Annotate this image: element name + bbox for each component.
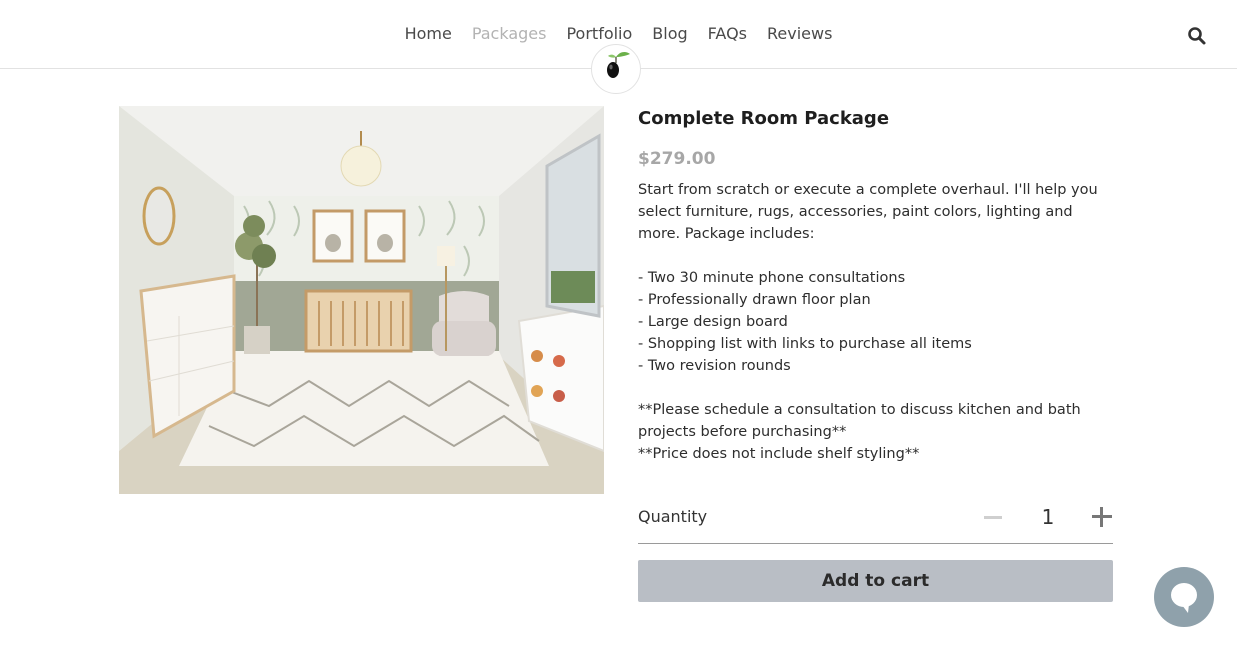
product-description: Start from scratch or execute a complete… (638, 179, 1113, 465)
nav-faqs[interactable]: FAQs (708, 24, 747, 44)
olive-logo-icon[interactable] (591, 44, 641, 94)
product-details: Complete Room Package $279.00 Start from… (638, 106, 1113, 465)
quantity-label: Quantity (638, 507, 708, 526)
description-item: - Two 30 minute phone consultations (638, 270, 906, 286)
description-spacer (638, 245, 1113, 267)
product-price: $279.00 (638, 149, 716, 169)
description-note: **Please schedule a consultation to disc… (638, 402, 1081, 440)
nav-home[interactable]: Home (405, 24, 452, 44)
product-image (119, 106, 604, 494)
nav-blog[interactable]: Blog (652, 24, 687, 44)
decrease-quantity-button[interactable] (982, 506, 1004, 528)
nav-reviews[interactable]: Reviews (767, 24, 832, 44)
quantity-stepper: Quantity 1 (638, 496, 1113, 544)
add-to-cart-button[interactable]: Add to cart (638, 560, 1113, 602)
chat-bubble-icon[interactable] (1154, 567, 1214, 627)
main-nav: Home Packages Portfolio Blog FAQs Review… (0, 24, 1237, 44)
nav-portfolio[interactable]: Portfolio (566, 24, 632, 44)
product-title: Complete Room Package (638, 108, 890, 129)
description-item: - Professionally drawn floor plan (638, 292, 871, 308)
description-spacer (638, 377, 1113, 399)
description-note: **Price does not include shelf styling** (638, 446, 920, 462)
description-item: - Shopping list with links to purchase a… (638, 336, 972, 352)
increase-quantity-button[interactable] (1092, 507, 1112, 527)
quantity-value[interactable]: 1 (1038, 505, 1058, 529)
description-item: - Large design board (638, 314, 788, 330)
description-item: - Two revision rounds (638, 358, 791, 374)
nav-packages[interactable]: Packages (472, 24, 547, 44)
description-intro: Start from scratch or execute a complete… (638, 182, 1098, 242)
search-icon[interactable] (1187, 26, 1207, 46)
